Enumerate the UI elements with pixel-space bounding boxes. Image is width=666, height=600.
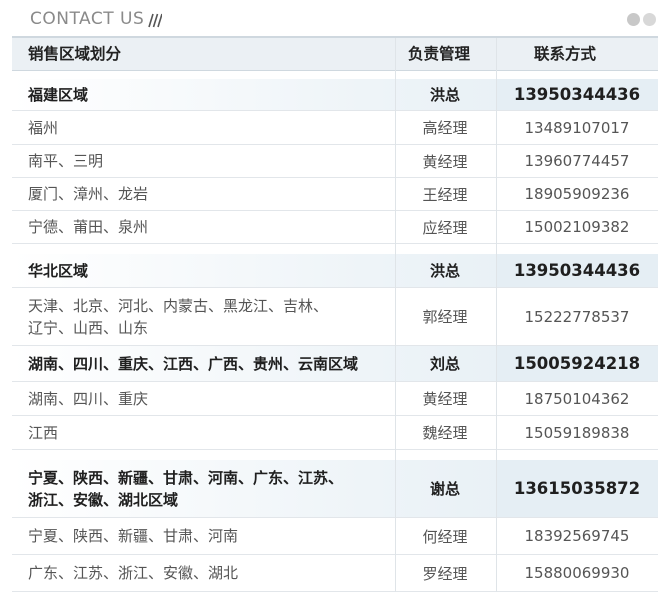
manager-cell: 黄经理	[422, 152, 468, 171]
region-cell: 厦门、漳州、龙岩	[28, 185, 149, 203]
region-cell: 广东、江苏、浙江、安徽、湖北	[28, 564, 239, 582]
phone-cell: 13950344436	[513, 85, 641, 104]
manager-cell: 应经理	[422, 218, 468, 237]
phone-cell: 13960774457	[524, 152, 630, 170]
dot-indicator-icon	[643, 13, 656, 26]
phone-cell: 18905909236	[524, 185, 630, 203]
column-divider	[496, 38, 497, 592]
manager-cell: 洪总	[429, 262, 460, 280]
top-bar: CONTACT US	[0, 0, 666, 36]
table-row: 宁夏、陕西、新疆、甘肃、河南 何经理 18392569745	[12, 518, 658, 555]
region-cell: 福州	[28, 118, 59, 137]
column-header-manager: 负责管理	[408, 45, 471, 63]
table-row-group: 福建区域 洪总 13950344436	[12, 79, 658, 111]
table-row: 厦门、漳州、龙岩 王经理 18905909236	[12, 178, 658, 211]
contact-table: 销售区域划分 负责管理 联系方式 福建区域 洪总 13950344436 福州 …	[12, 36, 658, 596]
manager-cell: 刘总	[429, 355, 460, 373]
region-cell: 宁夏、陕西、新疆、甘肃、河南、广东、江苏、 浙江、安徽、湖北区域	[28, 468, 344, 509]
manager-cell: 高经理	[422, 119, 468, 137]
phone-cell: 15005924218	[513, 354, 641, 373]
column-divider	[395, 38, 396, 592]
phone-cell: 13615035872	[513, 479, 641, 498]
phone-cell: 15880069930	[524, 564, 630, 582]
table-row: 宁德、莆田、泉州 应经理 15002109382	[12, 211, 658, 244]
table-row-group: 湖南、四川、重庆、江西、广西、贵州、云南区域 刘总 15005924218	[12, 346, 658, 382]
table-row: 江西 魏经理 15059189838	[12, 416, 658, 450]
manager-cell: 魏经理	[422, 424, 468, 442]
table-row-group: 宁夏、陕西、新疆、甘肃、河南、广东、江苏、 浙江、安徽、湖北区域 谢总 1361…	[12, 460, 658, 518]
table-row: 湖南、四川、重庆 黄经理 18750104362	[12, 382, 658, 416]
region-cell: 宁夏、陕西、新疆、甘肃、河南	[28, 527, 239, 545]
region-cell: 江西	[28, 423, 59, 442]
region-cell: 华北区域	[28, 261, 89, 280]
region-cell: 福建区域	[28, 85, 89, 104]
table-header: 销售区域划分 负责管理 联系方式	[12, 36, 658, 71]
region-cell: 宁德、莆田、泉州	[28, 218, 149, 236]
manager-cell: 郭经理	[422, 308, 468, 326]
phone-cell: 13950344436	[513, 261, 641, 280]
phone-cell: 15222778537	[524, 307, 630, 326]
slashes-icon	[148, 13, 162, 28]
region-cell: 湖南、四川、重庆、江西、广西、贵州、云南区域	[28, 354, 359, 373]
manager-cell: 王经理	[422, 185, 468, 204]
table-row: 广东、江苏、浙江、安徽、湖北 罗经理 15880069930	[12, 555, 658, 592]
table-row-group: 华北区域 洪总 13950344436	[12, 254, 658, 288]
column-header-contact: 联系方式	[534, 45, 597, 63]
table-row: 天津、北京、河北、内蒙古、黑龙江、吉林、 辽宁、山西、山东 郭经理 152227…	[12, 288, 658, 346]
region-cell: 天津、北京、河北、内蒙古、黑龙江、吉林、 辽宁、山西、山东	[28, 296, 329, 337]
phone-cell: 18750104362	[524, 389, 630, 408]
phone-cell: 15059189838	[524, 423, 630, 442]
column-header-region: 销售区域划分	[28, 45, 122, 63]
manager-cell: 何经理	[422, 527, 468, 546]
phone-cell: 18392569745	[524, 527, 630, 545]
table-row: 福州 高经理 13489107017	[12, 111, 658, 145]
region-cell: 湖南、四川、重庆	[28, 389, 149, 408]
manager-cell: 谢总	[429, 480, 460, 498]
manager-cell: 黄经理	[422, 390, 468, 408]
manager-cell: 洪总	[429, 86, 460, 104]
dot-indicator-icon	[627, 13, 640, 26]
phone-cell: 15002109382	[524, 218, 630, 236]
section-title: CONTACT US	[30, 9, 145, 29]
phone-cell: 13489107017	[524, 118, 630, 137]
table-row: 南平、三明 黄经理 13960774457	[12, 145, 658, 178]
manager-cell: 罗经理	[422, 564, 468, 583]
region-cell: 南平、三明	[28, 152, 104, 170]
